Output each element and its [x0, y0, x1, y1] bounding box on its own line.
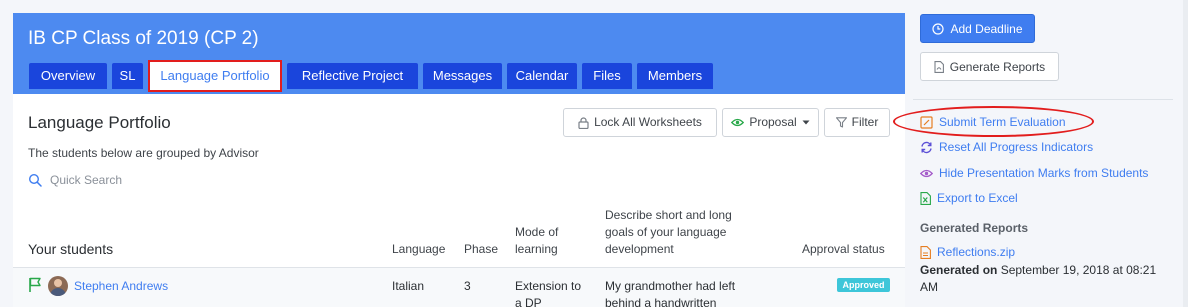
- generated-reports-heading: Generated Reports: [920, 221, 1029, 235]
- lock-all-label: Lock All Worksheets: [594, 115, 702, 129]
- status-badge: Approved: [837, 278, 890, 292]
- page-title: Language Portfolio: [28, 113, 171, 132]
- col-header-goals-line3: development: [605, 242, 674, 256]
- submit-term-evaluation-label: Submit Term Evaluation: [939, 115, 1066, 129]
- tab-overview[interactable]: Overview: [29, 63, 107, 89]
- evaluation-icon: [920, 115, 933, 129]
- pdf-icon: [934, 60, 944, 73]
- tab-members[interactable]: Members: [637, 63, 713, 89]
- filter-label: Filter: [851, 115, 879, 129]
- col-header-approval: Approval status: [802, 242, 885, 256]
- tab-language-portfolio[interactable]: Language Portfolio: [148, 60, 282, 92]
- generated-on-info: Generated on September 19, 2018 at 08:21…: [920, 262, 1175, 296]
- reset-progress-label: Reset All Progress Indicators: [939, 140, 1094, 154]
- hide-marks-label: Hide Presentation Marks from Students: [939, 166, 1149, 180]
- clock-icon: [932, 22, 945, 35]
- add-deadline-label: Add Deadline: [950, 21, 1023, 36]
- proposal-dropdown[interactable]: Proposal: [722, 108, 819, 137]
- caret-down-icon: [802, 120, 810, 125]
- cell-mode-line2: a DP: [515, 296, 542, 307]
- quick-search: [28, 171, 328, 191]
- col-header-goals-line2: goals of your language: [605, 225, 727, 239]
- generate-reports-label: Generate Reports: [949, 59, 1046, 74]
- tab-messages[interactable]: Messages: [423, 63, 502, 89]
- page-scrollbar[interactable]: [1183, 0, 1188, 307]
- export-excel-link[interactable]: Export to Excel: [920, 189, 1018, 207]
- col-header-students: Your students: [28, 241, 114, 257]
- eye-icon: [731, 118, 745, 127]
- eye-icon: [920, 169, 933, 177]
- class-header: IB CP Class of 2019 (CP 2) Overview SL L…: [13, 13, 905, 94]
- search-icon: [28, 173, 42, 187]
- generated-on-label: Generated on: [920, 263, 998, 277]
- generate-reports-button[interactable]: Generate Reports: [920, 52, 1059, 81]
- cell-language: Italian: [392, 279, 425, 293]
- reset-progress-link[interactable]: Reset All Progress Indicators: [920, 138, 1093, 156]
- col-header-phase: Phase: [464, 242, 499, 256]
- filter-button[interactable]: Filter: [824, 108, 890, 137]
- cell-goals-line1: My grandmother had left: [605, 279, 736, 293]
- report-file-link[interactable]: Reflections.zip: [920, 243, 1015, 261]
- flag-icon: [29, 277, 41, 292]
- cell-goals-line2: behind a handwritten: [605, 296, 717, 307]
- grouping-note: The students below are grouped by Adviso…: [28, 146, 259, 160]
- report-file-label: Reflections.zip: [937, 245, 1016, 259]
- refresh-icon: [921, 141, 932, 153]
- tab-files[interactable]: Files: [582, 63, 632, 89]
- col-header-mode-line2: learning: [515, 242, 558, 256]
- tab-sl[interactable]: SL: [112, 63, 143, 89]
- lock-all-worksheets-button[interactable]: Lock All Worksheets: [563, 108, 717, 137]
- tab-calendar[interactable]: Calendar: [507, 63, 577, 89]
- submit-term-evaluation-link[interactable]: Submit Term Evaluation: [920, 113, 1066, 131]
- proposal-label: Proposal: [749, 115, 797, 129]
- tab-reflective-project[interactable]: Reflective Project: [287, 63, 418, 89]
- excel-icon: [920, 191, 931, 205]
- export-excel-label: Export to Excel: [937, 191, 1018, 205]
- cell-mode-line1: Extension to: [515, 279, 582, 293]
- search-input[interactable]: [50, 171, 310, 189]
- student-avatar: [48, 276, 68, 296]
- col-header-language: Language: [392, 242, 446, 256]
- cell-phase: 3: [464, 279, 471, 293]
- main-panel: IB CP Class of 2019 (CP 2) Overview SL L…: [13, 13, 905, 307]
- col-header-mode-line1: Mode of: [515, 225, 559, 239]
- hide-presentation-marks-link[interactable]: Hide Presentation Marks from Students: [920, 164, 1148, 182]
- class-title: IB CP Class of 2019 (CP 2): [28, 28, 259, 49]
- file-icon: [920, 245, 931, 259]
- sidebar-divider: [913, 99, 1173, 100]
- add-deadline-button[interactable]: Add Deadline: [920, 14, 1035, 43]
- col-header-goals-line1: Describe short and long: [605, 208, 732, 222]
- student-name-link[interactable]: Stephen Andrews: [74, 278, 168, 295]
- lock-icon: [578, 116, 589, 129]
- filter-icon: [835, 117, 847, 128]
